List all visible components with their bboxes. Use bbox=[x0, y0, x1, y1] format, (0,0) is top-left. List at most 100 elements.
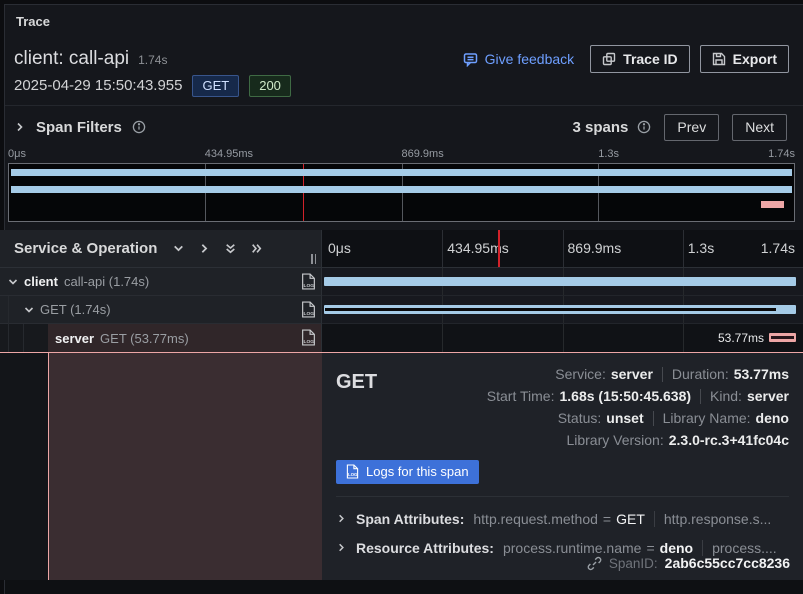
trace-title: client: call-api bbox=[14, 48, 129, 70]
panel-title: Trace bbox=[16, 14, 50, 29]
span-id-footer: SpanID: 2ab6c55cc7cc8236 bbox=[587, 555, 790, 571]
meta-value: server bbox=[747, 388, 789, 404]
span-operation: GET (53.77ms) bbox=[100, 331, 189, 346]
detail-meta: Service: server Duration: 53.77ms Start … bbox=[487, 363, 789, 448]
span-row-get[interactable]: GET (1.74s) LOG bbox=[0, 296, 803, 324]
chevron-down-icon[interactable] bbox=[172, 242, 185, 255]
selected-span-tint bbox=[48, 353, 322, 580]
minimap-span-bar-get bbox=[11, 186, 792, 193]
timeline-gridline bbox=[442, 230, 443, 267]
save-icon bbox=[712, 52, 726, 66]
span-bar-client[interactable] bbox=[324, 277, 796, 286]
chevron-down-icon[interactable] bbox=[7, 276, 19, 288]
meta-label: Library Name: bbox=[663, 410, 751, 426]
comment-icon bbox=[463, 52, 478, 67]
timeline-header: 0μs 434.95ms 869.9ms 1.3s 1.74s bbox=[322, 230, 803, 268]
chevron-right-icon[interactable] bbox=[198, 242, 211, 255]
chevron-right-icon bbox=[14, 121, 26, 133]
span-attributes-label: Span Attributes: bbox=[356, 511, 464, 527]
span-row-server-selected[interactable]: server GET (53.77ms) LOG 53.77ms bbox=[0, 324, 803, 352]
minimap-tick-labels: 0μs 434.95ms 869.9ms 1.3s 1.74s bbox=[8, 148, 795, 161]
timeline-tick: 869.9ms bbox=[568, 240, 622, 256]
trace-duration: 1.74s bbox=[138, 53, 167, 67]
chevron-down-icon[interactable] bbox=[23, 304, 35, 316]
span-bar-get[interactable] bbox=[324, 305, 796, 314]
span-detail-panel: GET Service: server Duration: 53.77ms St… bbox=[0, 352, 803, 580]
give-feedback-link[interactable]: Give feedback bbox=[463, 51, 575, 67]
timeline-time-cursor bbox=[498, 230, 500, 267]
bottom-strip bbox=[5, 580, 803, 594]
minimap-span-bar-server bbox=[761, 201, 784, 208]
meta-value: 2.3.0-rc.3+41fc04c bbox=[669, 432, 789, 448]
trace-timestamp: 2025-04-29 15:50:43.955 bbox=[14, 77, 182, 94]
service-operation-header: Service & Operation bbox=[14, 240, 157, 257]
info-icon[interactable] bbox=[637, 120, 651, 134]
resource-attributes-label: Resource Attributes: bbox=[356, 540, 494, 556]
meta-value: 53.77ms bbox=[734, 366, 789, 382]
timeline-tick: 1.3s bbox=[688, 240, 714, 256]
meta-value: server bbox=[611, 366, 653, 382]
attribute-pair: process.runtime.name = deno bbox=[503, 540, 693, 556]
meta-label: Duration: bbox=[672, 366, 729, 382]
prev-span-button[interactable]: Prev bbox=[664, 114, 719, 141]
span-row-client[interactable]: client call-api (1.74s) LOG bbox=[0, 268, 803, 296]
timeline-minimap[interactable] bbox=[8, 163, 795, 222]
column-resize-handle[interactable] bbox=[311, 254, 316, 264]
double-chevron-right-icon[interactable] bbox=[250, 242, 263, 255]
trace-id-button[interactable]: Trace ID bbox=[590, 45, 689, 73]
trace-meta-row: 2025-04-29 15:50:43.955 GET 200 bbox=[14, 74, 291, 97]
timeline-gridline bbox=[683, 230, 684, 267]
chevron-right-icon bbox=[336, 542, 347, 553]
svg-text:LOG: LOG bbox=[304, 311, 315, 317]
detail-title: GET bbox=[336, 363, 377, 448]
span-filters-label: Span Filters bbox=[36, 119, 122, 136]
log-icon[interactable]: LOG bbox=[301, 301, 316, 318]
export-button[interactable]: Export bbox=[700, 45, 789, 73]
span-bar-server[interactable] bbox=[769, 333, 796, 342]
status-code-badge: 200 bbox=[249, 75, 291, 97]
svg-text:LOG: LOG bbox=[304, 283, 315, 289]
copy-icon bbox=[602, 52, 616, 66]
log-icon[interactable]: LOG bbox=[301, 329, 316, 346]
span-attributes-toggle[interactable]: Span Attributes: http.request.method = G… bbox=[336, 505, 789, 532]
link-icon[interactable] bbox=[587, 556, 602, 571]
trace-grid-header: Service & Operation 0μs 434.95ms 869.9ms… bbox=[0, 230, 803, 268]
minimap-tick: 434.95ms bbox=[205, 148, 253, 160]
span-duration-label: 53.77ms bbox=[718, 331, 764, 345]
timeline-tick: 1.74s bbox=[761, 240, 795, 256]
meta-label: Library Version: bbox=[566, 432, 663, 448]
trace-header-row: client: call-api 1.74s Give feedback Tra… bbox=[14, 44, 789, 74]
method-badge: GET bbox=[192, 75, 239, 97]
svg-text:LOG: LOG bbox=[304, 339, 315, 345]
attribute-truncated: process.... bbox=[712, 540, 777, 556]
span-filters-toggle[interactable]: Span Filters bbox=[14, 119, 146, 136]
timeline-tick: 0μs bbox=[328, 240, 351, 256]
span-count: 3 spans bbox=[573, 119, 629, 136]
chevron-right-icon bbox=[336, 513, 347, 524]
minimap-tick: 1.74s bbox=[768, 148, 795, 160]
attribute-truncated: http.response.s... bbox=[664, 511, 771, 527]
meta-value: unset bbox=[606, 410, 643, 426]
double-chevron-down-icon[interactable] bbox=[224, 242, 237, 255]
span-service: client bbox=[24, 274, 58, 289]
span-operation: call-api (1.74s) bbox=[64, 274, 149, 289]
minimap-span-bar-client bbox=[11, 169, 792, 176]
span-id-label: SpanID: bbox=[609, 556, 658, 571]
minimap-tick: 1.3s bbox=[598, 148, 619, 160]
span-operation: GET (1.74s) bbox=[40, 302, 111, 317]
meta-label: Start Time: bbox=[487, 388, 555, 404]
attribute-pair: http.request.method = GET bbox=[473, 511, 645, 527]
logs-for-span-button[interactable]: LOG Logs for this span bbox=[336, 460, 479, 484]
meta-label: Status: bbox=[558, 410, 602, 426]
meta-value: deno bbox=[756, 410, 789, 426]
log-icon[interactable]: LOG bbox=[301, 273, 316, 290]
log-icon: LOG bbox=[346, 464, 359, 479]
next-span-button[interactable]: Next bbox=[732, 114, 787, 141]
info-icon[interactable] bbox=[132, 120, 146, 134]
span-service: server bbox=[55, 331, 94, 346]
meta-value: 1.68s (15:50:45.638) bbox=[559, 388, 691, 404]
span-rows: client call-api (1.74s) LOG GET (1.74s) bbox=[0, 268, 803, 352]
timeline-gridline bbox=[563, 230, 564, 267]
meta-label: Kind: bbox=[710, 388, 742, 404]
meta-label: Service: bbox=[555, 366, 606, 382]
